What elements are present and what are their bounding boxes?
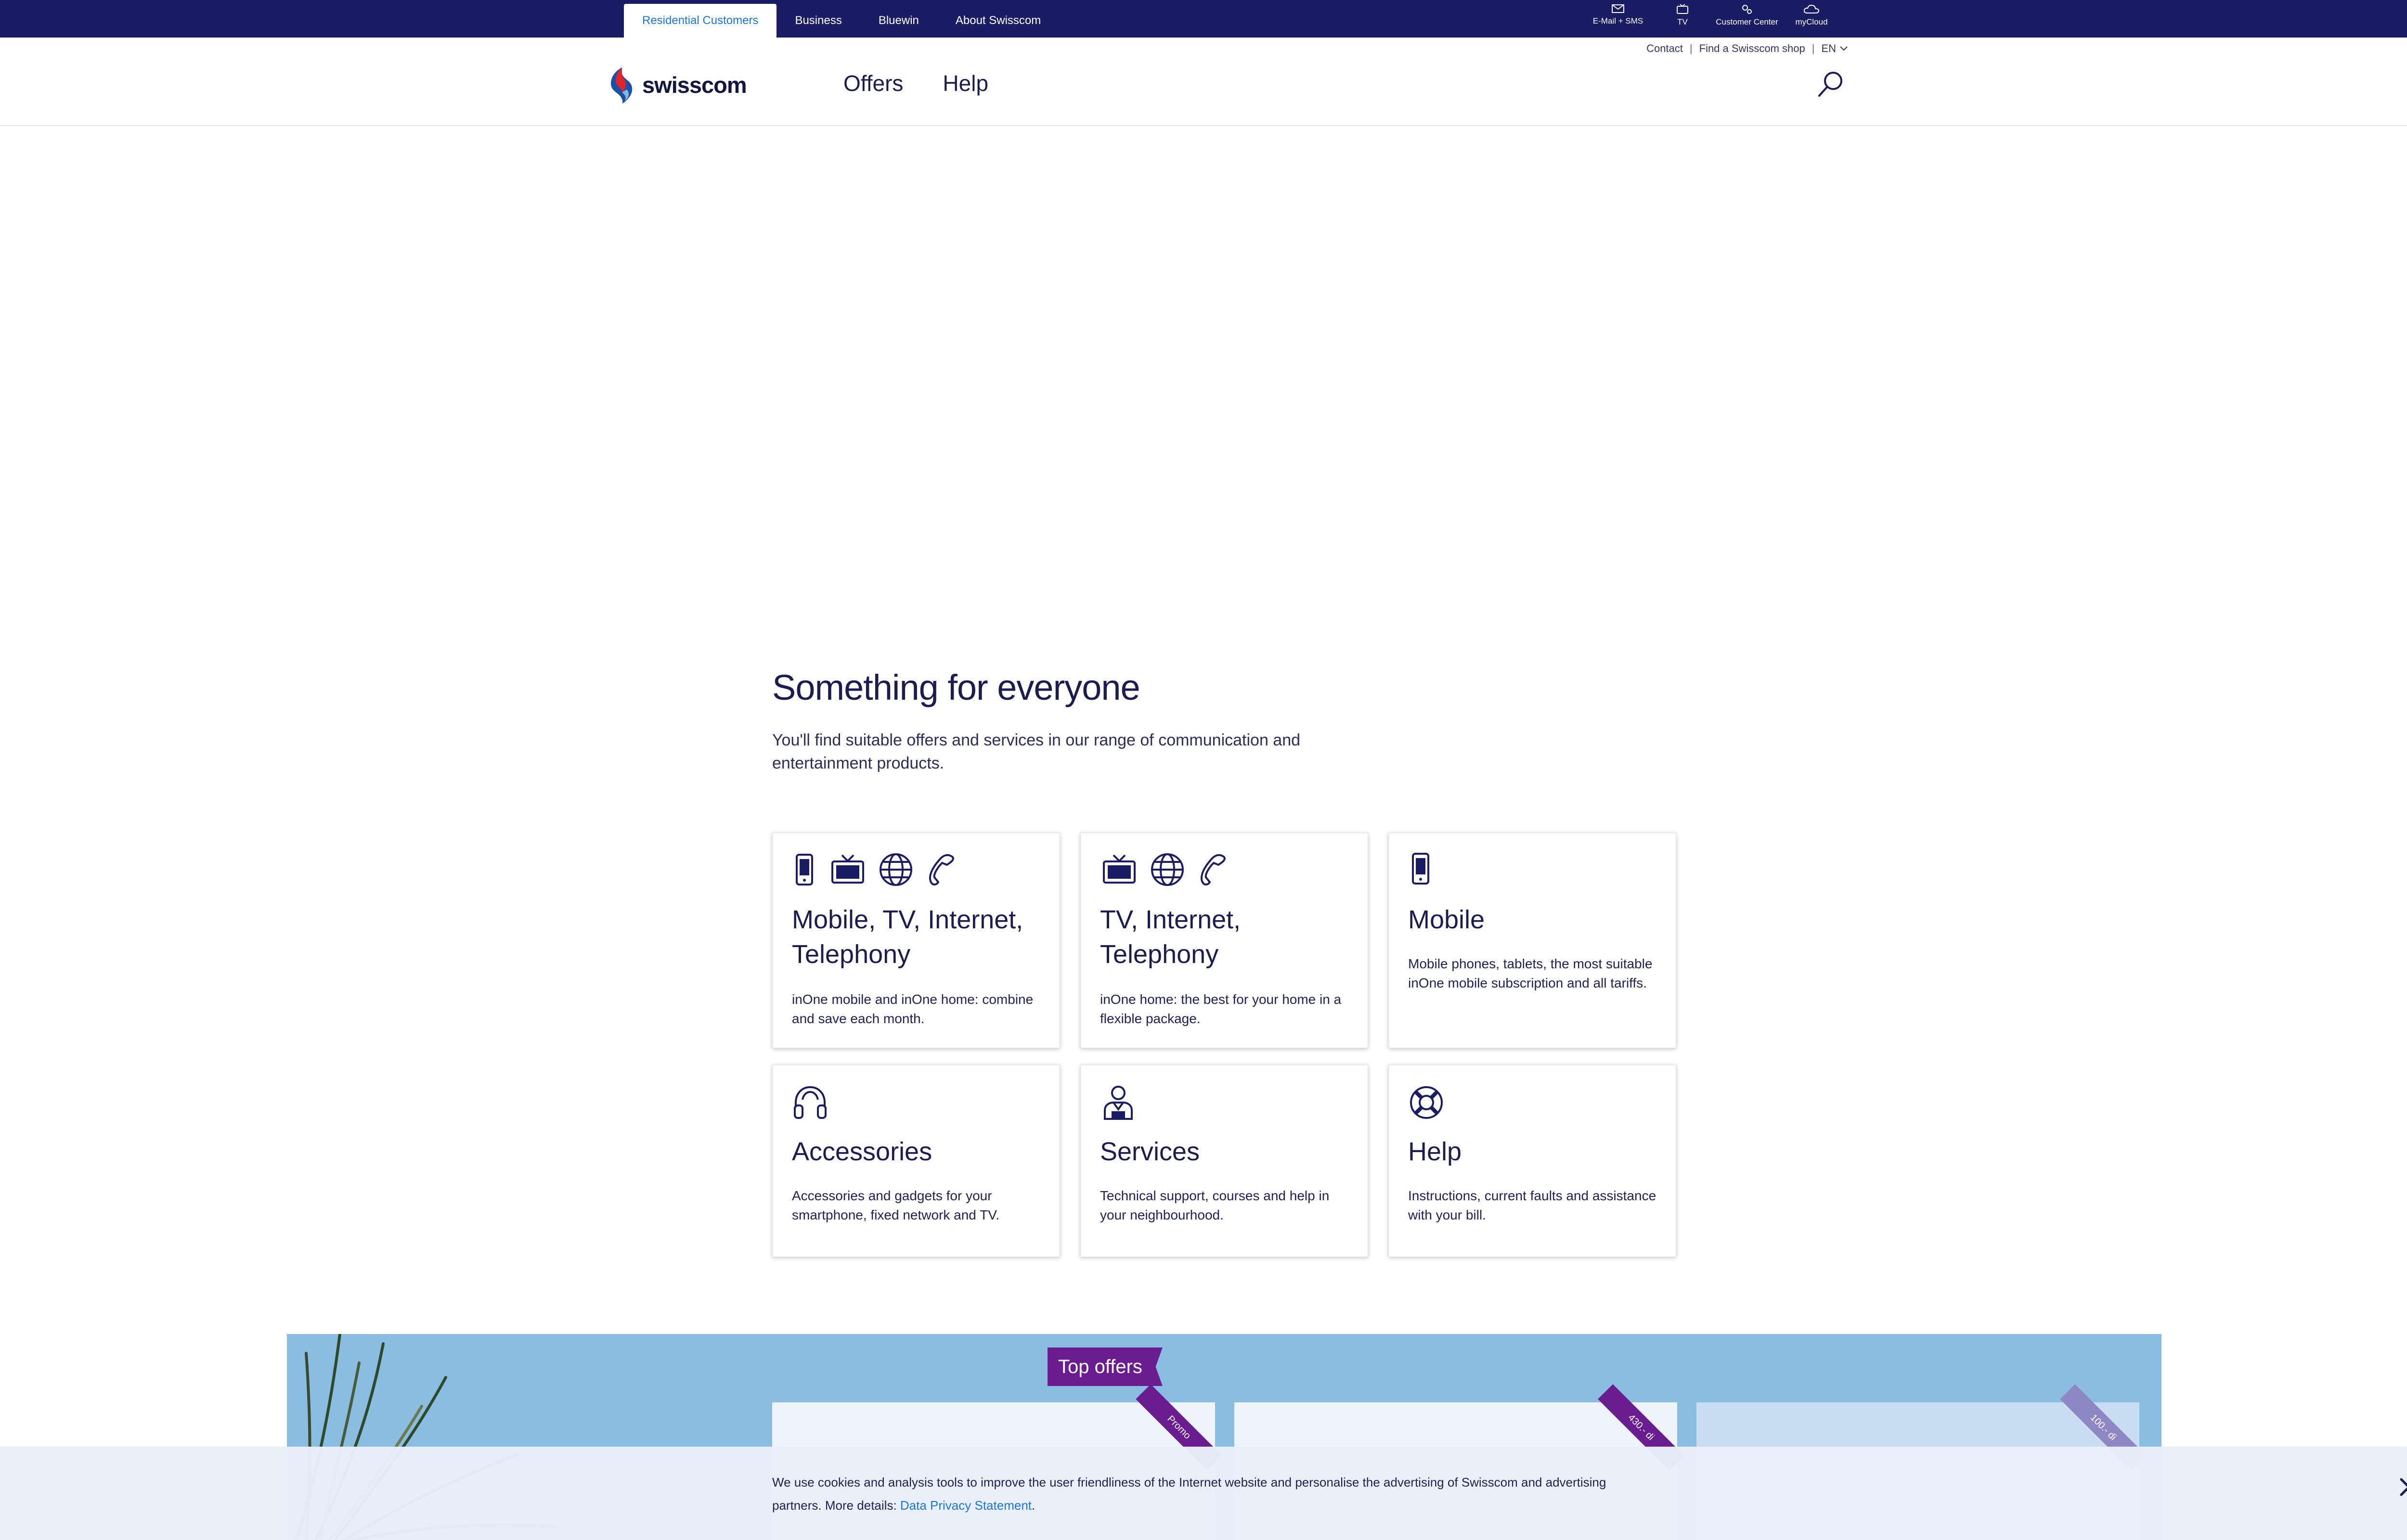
tv-link[interactable]: TV (1650, 4, 1715, 27)
cookie-period: . (1032, 1498, 1035, 1513)
cookie-message: We use cookies and analysis tools to imp… (772, 1475, 1606, 1513)
tv-label: TV (1677, 17, 1688, 26)
mycloud-label: myCloud (1795, 17, 1828, 26)
divider: | (1689, 42, 1693, 54)
card-title: Accessories (792, 1137, 932, 1166)
tab-about-swisscom[interactable]: About Swisscom (937, 4, 1059, 38)
card-title: Help (1408, 1137, 1462, 1166)
swisscom-logo[interactable]: swisscom (608, 65, 747, 104)
site-header: Contact | Find a Swisscom shop | EN swis… (0, 38, 2407, 126)
phone-icon (1201, 854, 1226, 886)
card-icons (1100, 852, 1231, 887)
mobile-icon (796, 854, 813, 886)
card-title: Services (1100, 1137, 1200, 1166)
main-nav: Offers Help (843, 70, 988, 96)
card-description: Accessories and gadgets for your smartph… (792, 1188, 1000, 1222)
search-button[interactable] (1817, 70, 1845, 98)
card-title: TV, Internet, Telephony (1100, 905, 1241, 969)
category-card-mobile-tv-internet-telephony[interactable]: Mobile, TV, Internet, Telephony inOne mo… (772, 833, 1060, 1048)
category-card-mobile[interactable]: Mobile Mobile phones, tablets, the most … (1388, 833, 1676, 1048)
cookie-text: We use cookies and analysis tools to imp… (772, 1471, 1658, 1517)
logo-wordmark: swisscom (642, 72, 747, 98)
card-description: inOne mobile and inOne home: combine and… (792, 992, 1034, 1026)
mail-icon (1612, 4, 1624, 13)
gears-icon (1742, 5, 1752, 14)
customer-center-link[interactable]: Customer Center (1715, 4, 1779, 27)
cloud-icon (1803, 4, 1820, 13)
card-icons (792, 852, 959, 887)
segment-tabs: Residential Customers Business Bluewin A… (624, 4, 1059, 38)
nav-offers[interactable]: Offers (843, 70, 903, 96)
card-description: inOne home: the best for your home in a … (1100, 992, 1342, 1026)
card-title: Mobile, TV, Internet, Telephony (792, 905, 1023, 969)
utility-links: Contact | Find a Swisscom shop | EN (1646, 42, 1848, 55)
card-icons (1408, 852, 1433, 885)
card-title: Mobile (1408, 905, 1485, 934)
category-card-tv-internet-telephony[interactable]: TV, Internet, Telephony inOne home: the … (1080, 833, 1368, 1048)
card-icons (1100, 1084, 1137, 1121)
tab-bluewin[interactable]: Bluewin (860, 4, 937, 38)
card-description: Technical support, courses and help in y… (1100, 1188, 1330, 1222)
nav-help[interactable]: Help (943, 70, 988, 96)
service-links: E-Mail + SMS TV Customer Center myCloud (1586, 4, 1844, 27)
card-description: Mobile phones, tablets, the most suitabl… (1408, 956, 1653, 990)
tab-residential-customers[interactable]: Residential Customers (624, 4, 777, 38)
chevron-down-icon (1840, 46, 1848, 51)
contact-link[interactable]: Contact (1646, 42, 1683, 55)
mycloud-link[interactable]: myCloud (1779, 4, 1844, 27)
category-card-services[interactable]: Services Technical support, courses and … (1080, 1065, 1368, 1257)
category-card-help[interactable]: Help Instructions, current faults and as… (1388, 1065, 1676, 1257)
card-icons (1408, 1084, 1445, 1121)
mobile-icon (1412, 853, 1429, 885)
lifebuoy-icon (1410, 1086, 1443, 1119)
technician-icon (1104, 1086, 1133, 1120)
section-title: Something for everyone (772, 667, 1140, 707)
close-icon (2400, 1478, 2407, 1496)
category-card-accessories[interactable]: Accessories Accessories and gadgets for … (772, 1065, 1060, 1257)
card-description: Instructions, current faults and assista… (1408, 1188, 1656, 1222)
email-sms-link[interactable]: E-Mail + SMS (1586, 4, 1650, 27)
cookie-banner: We use cookies and analysis tools to imp… (0, 1447, 2407, 1540)
tv-icon (831, 854, 864, 884)
language-value: EN (1821, 42, 1836, 54)
language-select[interactable]: EN (1821, 42, 1848, 55)
search-icon (1818, 72, 1842, 97)
cookie-close-button[interactable] (2399, 1477, 2407, 1497)
customer-center-label: Customer Center (1716, 17, 1778, 26)
section-description: You'll find suitable offers and services… (772, 731, 1301, 772)
email-sms-label: E-Mail + SMS (1592, 16, 1643, 26)
card-icons (792, 1084, 828, 1121)
globe-icon (1151, 853, 1184, 886)
tv-icon (1103, 854, 1136, 884)
find-shop-link[interactable]: Find a Swisscom shop (1699, 42, 1805, 55)
swisscom-logo-icon (610, 67, 633, 104)
top-bar: Residential Customers Business Bluewin A… (0, 0, 2407, 38)
phone-icon (929, 854, 954, 886)
tv-icon (1677, 4, 1688, 14)
data-privacy-link[interactable]: Data Privacy Statement (900, 1498, 1032, 1513)
divider: | (1812, 42, 1815, 54)
headphones-icon (794, 1086, 827, 1119)
globe-icon (880, 853, 912, 886)
top-offers-label: Top offers (1048, 1348, 1163, 1386)
tab-business[interactable]: Business (776, 4, 860, 38)
